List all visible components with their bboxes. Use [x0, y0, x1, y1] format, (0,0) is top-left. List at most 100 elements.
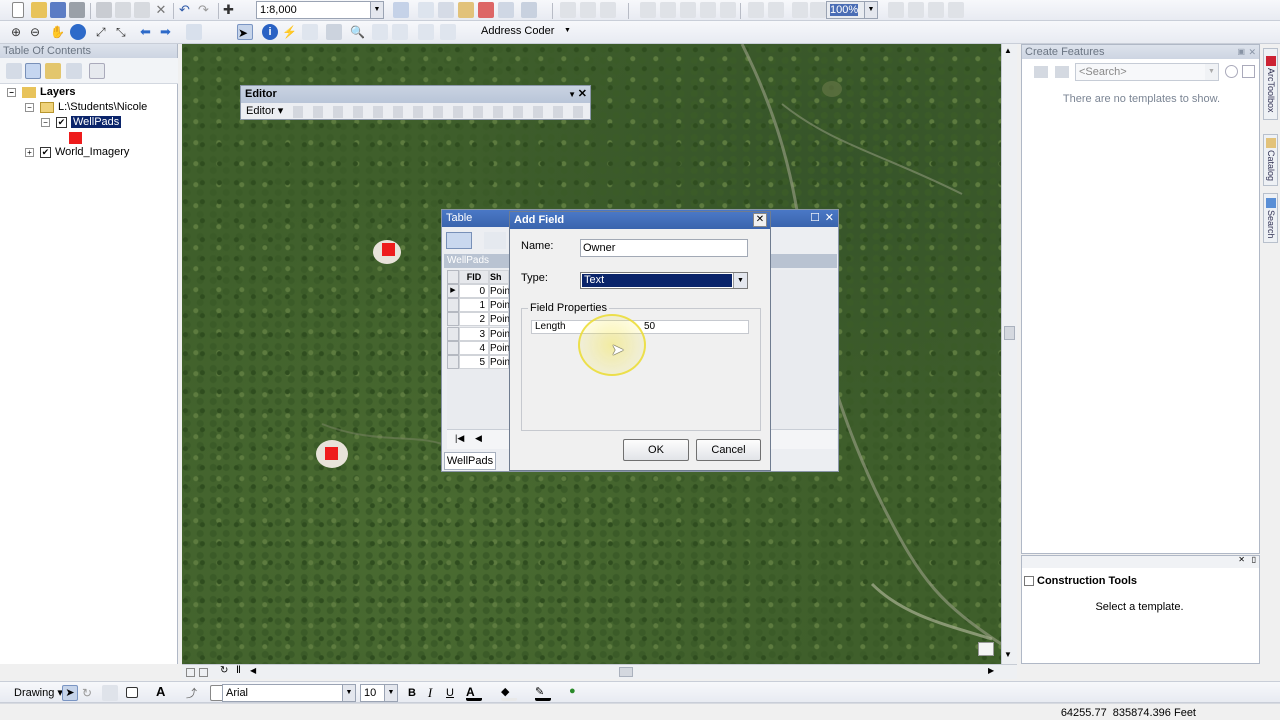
- toc-icon[interactable]: [438, 2, 454, 18]
- close-icon[interactable]: ✕: [753, 213, 767, 227]
- address-coder-combo[interactable]: Address Coder ▼: [478, 23, 574, 41]
- marker-color-icon[interactable]: ●: [569, 685, 585, 701]
- data-view-icon[interactable]: [199, 668, 208, 677]
- scroll-up-icon[interactable]: ▲: [1004, 46, 1012, 55]
- table-cell-shape[interactable]: Poin: [489, 298, 510, 312]
- model-builder-icon[interactable]: [521, 2, 537, 18]
- catalog-tab[interactable]: Catalog: [1263, 134, 1278, 186]
- table-cell-shape[interactable]: Poin: [489, 355, 510, 369]
- editor-toolbar-icon[interactable]: [393, 2, 409, 18]
- go-to-xy-icon[interactable]: [392, 24, 408, 40]
- related-tables-icon[interactable]: [484, 232, 506, 249]
- chevron-down-icon[interactable]: ▼: [561, 23, 574, 39]
- layer-wellpads-label[interactable]: WellPads: [71, 116, 122, 128]
- table-cell-fid[interactable]: 2: [459, 312, 489, 326]
- undo-icon[interactable]: ↶: [179, 2, 195, 18]
- layer-wellpads[interactable]: − ✔ WellPads: [41, 115, 122, 130]
- table-cell-shape[interactable]: Poin: [489, 312, 510, 326]
- chevron-down-icon[interactable]: ▼: [1205, 64, 1218, 80]
- row-selector[interactable]: [447, 327, 459, 341]
- map-vertical-scrollbar[interactable]: ▲ ▼: [1001, 44, 1017, 664]
- select-features-icon[interactable]: [186, 24, 202, 40]
- html-popup-icon[interactable]: [302, 24, 318, 40]
- full-extent-icon[interactable]: [70, 24, 86, 40]
- scroll-left-icon[interactable]: ◀: [250, 666, 256, 675]
- table-cell-fid[interactable]: 5: [459, 355, 489, 369]
- map-scale-combo[interactable]: 1:8,000 ▼: [256, 1, 384, 19]
- map-tips-icon[interactable]: [978, 642, 994, 656]
- expand-icon[interactable]: +: [25, 147, 34, 157]
- close-icon[interactable]: ✕: [1238, 555, 1245, 564]
- font-color-icon[interactable]: A: [466, 685, 482, 701]
- editor-menu-button[interactable]: Editor ▾: [244, 104, 285, 119]
- ok-button[interactable]: OK: [623, 439, 689, 461]
- cut-icon[interactable]: [96, 2, 112, 18]
- layout-view-icon[interactable]: [186, 668, 195, 677]
- copy-icon[interactable]: [115, 2, 131, 18]
- table-cell-fid[interactable]: 3: [459, 327, 489, 341]
- maximize-icon[interactable]: ☐: [810, 210, 820, 227]
- search-icon[interactable]: [1225, 65, 1238, 78]
- folder-node[interactable]: − L:\Students\Nicole: [25, 100, 147, 115]
- zoom-in-icon[interactable]: ⊕: [11, 24, 27, 40]
- chevron-down-icon[interactable]: ▼: [864, 2, 877, 18]
- close-icon[interactable]: ✕: [825, 210, 834, 227]
- layer-world-imagery[interactable]: + ✔ World_Imagery: [25, 145, 129, 160]
- table-cell-fid[interactable]: 0: [459, 284, 489, 298]
- list-by-visibility-icon[interactable]: [45, 63, 61, 79]
- italic-button[interactable]: I: [422, 685, 438, 701]
- table-tab-wellpads[interactable]: WellPads: [444, 452, 496, 470]
- layer-visibility-checkbox[interactable]: ✔: [56, 116, 67, 128]
- layout-zoom-combo[interactable]: 100% ▼: [826, 1, 878, 19]
- scrollbar-thumb[interactable]: [619, 667, 633, 677]
- type-select[interactable]: Text ▼: [580, 272, 748, 289]
- wellpad-feature[interactable]: [382, 243, 395, 256]
- open-folder-icon[interactable]: [31, 2, 47, 18]
- forward-extent-icon[interactable]: ➡: [160, 24, 176, 40]
- organize-templates-icon[interactable]: [1034, 66, 1048, 78]
- template-search-input[interactable]: <Search> ▼: [1075, 63, 1219, 81]
- table-cell-fid[interactable]: 1: [459, 298, 489, 312]
- list-by-source-icon[interactable]: [25, 63, 41, 79]
- table-options-icon[interactable]: [446, 232, 472, 249]
- search-window-icon[interactable]: [478, 2, 494, 18]
- map-horizontal-scrollbar[interactable]: ↻ Ⅱ ◀ ▶: [182, 664, 1017, 679]
- new-document-icon[interactable]: [12, 2, 24, 18]
- collapse-icon[interactable]: −: [25, 102, 34, 112]
- add-data-icon[interactable]: ✚: [223, 2, 239, 18]
- close-icon[interactable]: ✕: [1248, 45, 1256, 59]
- scrollbar-thumb[interactable]: [1004, 326, 1015, 340]
- chevron-down-icon[interactable]: ▼: [370, 2, 383, 18]
- search-tab[interactable]: Search: [1263, 193, 1278, 243]
- bold-button[interactable]: B: [404, 685, 420, 701]
- pin-icon[interactable]: ▣: [1237, 45, 1245, 59]
- select-elements-icon[interactable]: ➤: [62, 685, 78, 701]
- previous-record-icon[interactable]: ◀: [475, 433, 482, 444]
- table-cell-fid[interactable]: 4: [459, 341, 489, 355]
- first-record-icon[interactable]: |◀: [455, 433, 464, 444]
- hyperlink-icon[interactable]: ⚡: [282, 24, 298, 40]
- column-header-shape[interactable]: Sh: [489, 270, 509, 284]
- arctoolbox-tab[interactable]: ArcToolbox: [1263, 48, 1278, 120]
- underline-button[interactable]: U: [442, 685, 458, 701]
- pan-icon[interactable]: ✋: [50, 24, 66, 40]
- row-selector[interactable]: [447, 341, 459, 355]
- column-header-fid[interactable]: FID: [459, 270, 489, 284]
- list-by-drawing-order-icon[interactable]: [6, 63, 22, 79]
- cancel-button[interactable]: Cancel: [696, 439, 761, 461]
- name-field[interactable]: [580, 239, 748, 257]
- scroll-right-icon[interactable]: ▶: [988, 666, 994, 675]
- time-slider-icon[interactable]: [418, 24, 434, 40]
- table-icon[interactable]: [418, 2, 434, 18]
- list-by-selection-icon[interactable]: [66, 63, 82, 79]
- chevron-down-icon[interactable]: ▼: [384, 685, 397, 701]
- layer-visibility-checkbox[interactable]: ✔: [40, 146, 51, 158]
- new-text-icon[interactable]: ⤴: [186, 685, 202, 701]
- wellpad-feature[interactable]: [325, 447, 338, 460]
- pause-icon[interactable]: Ⅱ: [236, 665, 241, 676]
- rotate-icon[interactable]: ↻: [82, 685, 98, 701]
- layers-node[interactable]: − Layers: [7, 85, 75, 100]
- font-select[interactable]: Arial ▼: [222, 684, 356, 702]
- options-icon[interactable]: [89, 63, 105, 79]
- print-icon[interactable]: [69, 2, 85, 18]
